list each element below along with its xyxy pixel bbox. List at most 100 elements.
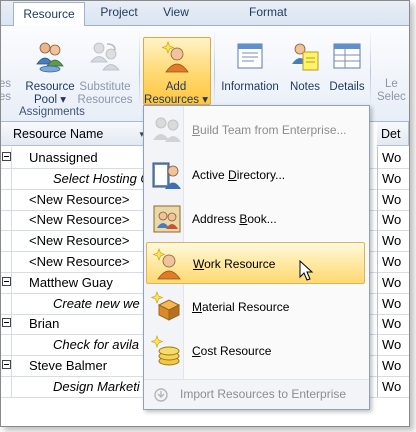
tab-project[interactable]: Project bbox=[89, 1, 149, 24]
menu-label-part: uild Team from Enterprise... bbox=[200, 123, 347, 137]
menu-item-material-resource[interactable]: Material Resource bbox=[146, 286, 365, 328]
details-cell[interactable]: Wo bbox=[377, 292, 409, 314]
import-resources-label: Import Resources to Enterprise bbox=[180, 387, 347, 401]
menu-accelerator-key: W bbox=[193, 257, 205, 271]
menu-item-work-resource[interactable]: Work Resource bbox=[146, 242, 365, 284]
column-header-details[interactable]: Det bbox=[377, 122, 409, 146]
resource-name-cell[interactable]: Brian bbox=[29, 313, 149, 334]
details-cell[interactable]: Wo bbox=[377, 375, 409, 397]
resource-pool-icon bbox=[23, 40, 77, 78]
collapse-icon[interactable] bbox=[2, 318, 11, 328]
ribbon-tab-bar: Resource Project View Format bbox=[1, 1, 409, 27]
information-label: Information bbox=[221, 81, 279, 93]
group-separator-2 bbox=[214, 32, 215, 114]
resource-name-cell[interactable]: Select Hosting C bbox=[53, 168, 149, 189]
menu-label-part: Address bbox=[192, 212, 240, 226]
details-cell[interactable]: Wo bbox=[377, 271, 409, 293]
menu-item-cost-resource[interactable]: Cost Resource bbox=[146, 330, 365, 372]
resource-name-cell[interactable]: <New Resource> bbox=[29, 230, 149, 251]
row-indicator bbox=[1, 188, 12, 210]
substitute-resources-button[interactable]: Substitute Resources bbox=[77, 40, 133, 107]
partial-left-label-2: es bbox=[0, 91, 11, 103]
details-cell[interactable]: Wo bbox=[377, 313, 409, 335]
resource-pool-label: Resource bbox=[25, 81, 75, 93]
partial-left-label-1: ces bbox=[0, 78, 11, 90]
details-cell[interactable]: Wo bbox=[377, 209, 409, 231]
menu-item-address-book[interactable]: Address Book... bbox=[146, 198, 365, 240]
partial-left-button[interactable]: ces es bbox=[0, 78, 11, 104]
substitute-resources-icon bbox=[77, 40, 133, 78]
menu-item-label: Cost Resource bbox=[192, 330, 271, 372]
resource-pool-button[interactable]: Resource Pool ▾ bbox=[23, 40, 77, 107]
details-cell[interactable]: Wo bbox=[377, 251, 409, 272]
tab-resource[interactable]: Resource bbox=[13, 2, 85, 27]
group-separator bbox=[139, 32, 140, 114]
details-cell[interactable]: Wo bbox=[377, 230, 409, 252]
resource-name-header-label: Resource Name bbox=[13, 127, 104, 141]
menu-item-active-directory[interactable]: Active Directory... bbox=[146, 154, 365, 196]
menu-item-import-resources[interactable]: Import Resources to Enterprise bbox=[144, 379, 369, 409]
information-button[interactable]: Information bbox=[217, 40, 283, 94]
row-indicator bbox=[1, 375, 12, 397]
collapse-icon[interactable] bbox=[2, 360, 11, 369]
resource-name-cell[interactable]: Design Marketi bbox=[53, 376, 149, 397]
details-cell[interactable]: Wo bbox=[377, 334, 409, 356]
build-team-icon bbox=[151, 114, 183, 146]
menu-label-part: ork Resource bbox=[204, 257, 276, 271]
add-resources-label: Add bbox=[165, 81, 187, 93]
menu-accelerator-key: M bbox=[192, 300, 202, 314]
notes-label: Notes bbox=[289, 81, 321, 93]
row-indicator bbox=[1, 167, 12, 189]
active-directory-icon bbox=[151, 159, 183, 191]
resource-name-cell[interactable]: Steve Balmer bbox=[29, 355, 149, 376]
menu-item-label: Work Resource bbox=[193, 243, 275, 285]
resource-name-cell[interactable]: Matthew Guay bbox=[29, 272, 149, 293]
menu-label-part: irectory... bbox=[236, 168, 286, 182]
details-cell[interactable]: Wo bbox=[377, 188, 409, 210]
menu-item-label: Material Resource bbox=[192, 286, 289, 328]
details-cell[interactable]: Wo bbox=[377, 167, 409, 189]
resource-name-cell[interactable]: <New Resource> bbox=[29, 251, 149, 272]
resource-name-cell[interactable]: Unassigned bbox=[29, 147, 149, 168]
tab-format[interactable]: Format bbox=[207, 1, 329, 24]
partial-right-label-1: Le bbox=[385, 78, 398, 90]
column-header-resource-name[interactable]: Resource Name ▾ bbox=[1, 122, 149, 146]
resource-name-cell[interactable]: <New Resource> bbox=[29, 189, 149, 210]
menu-accelerator-key: D bbox=[228, 168, 237, 182]
collapse-icon[interactable] bbox=[2, 152, 11, 161]
menu-label-part: Active bbox=[192, 168, 229, 182]
menu-label-part: ost Resource bbox=[200, 344, 272, 358]
substitute-label-2: Resources bbox=[77, 94, 133, 106]
partial-right-button[interactable]: Le Selec bbox=[377, 78, 409, 104]
work-resource-icon bbox=[152, 248, 184, 280]
menu-accelerator-key: C bbox=[192, 344, 201, 358]
tab-view[interactable]: View bbox=[151, 1, 201, 24]
add-resources-content[interactable]: Add Resources ▾ bbox=[143, 40, 209, 107]
mouse-cursor-icon bbox=[299, 260, 314, 281]
details-cell[interactable]: Wo bbox=[377, 355, 409, 376]
information-icon bbox=[217, 40, 283, 78]
address-book-icon bbox=[151, 203, 183, 235]
cost-resource-icon bbox=[150, 335, 183, 367]
resource-name-cell[interactable]: Create new we bbox=[53, 293, 149, 314]
details-button[interactable]: Details bbox=[326, 40, 368, 94]
menu-label-part: ook... bbox=[247, 212, 277, 226]
notes-icon bbox=[285, 40, 325, 78]
resource-name-cell[interactable]: <New Resource> bbox=[29, 209, 149, 230]
details-icon bbox=[326, 40, 368, 78]
row-indicator bbox=[1, 209, 12, 231]
menu-item-label: Active Directory... bbox=[192, 154, 285, 196]
material-resource-icon bbox=[150, 291, 183, 323]
resource-name-cell[interactable]: Check for avila bbox=[53, 334, 149, 355]
notes-button[interactable]: Notes bbox=[285, 40, 325, 94]
collapse-icon[interactable] bbox=[2, 276, 11, 286]
row-indicator bbox=[1, 292, 12, 314]
menu-accelerator-key: B bbox=[192, 123, 201, 137]
assignments-group-label: Assignments bbox=[19, 106, 85, 118]
details-cell[interactable]: Wo bbox=[377, 147, 409, 168]
menu-item-label: Address Book... bbox=[192, 198, 277, 240]
menu-item-build-team[interactable]: Build Team from Enterprise... bbox=[146, 109, 365, 151]
row-indicator bbox=[1, 230, 12, 252]
group-separator-3 bbox=[370, 32, 371, 114]
details-label: Details bbox=[329, 81, 365, 93]
